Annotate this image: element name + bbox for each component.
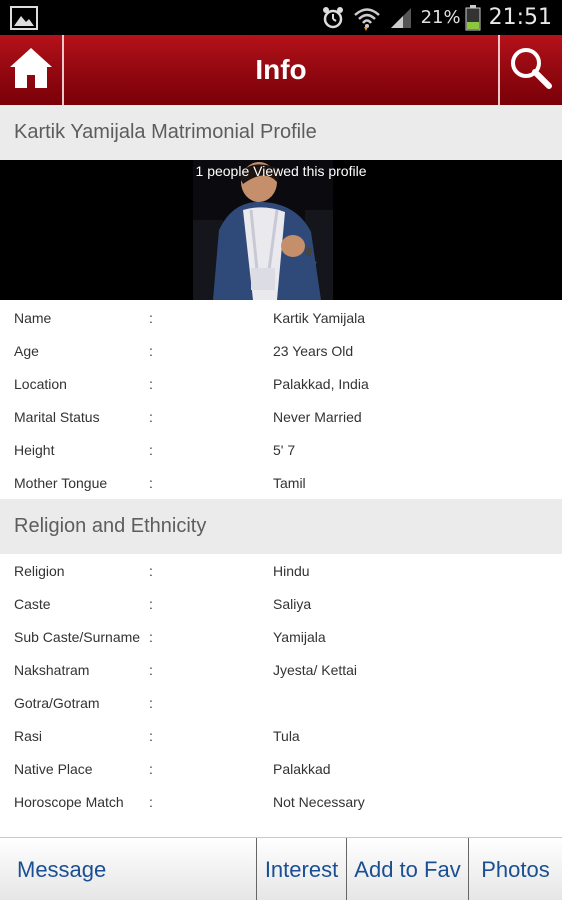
search-icon <box>509 46 553 95</box>
detail-value: Never Married <box>273 409 362 425</box>
wifi-icon <box>353 5 381 31</box>
detail-row-marital-status: Marital Status : Never Married <box>0 401 562 434</box>
battery-icon <box>465 4 481 31</box>
detail-row-caste: Caste : Saliya <box>0 588 562 621</box>
detail-value: Not Necessary <box>273 794 365 810</box>
detail-label: Religion <box>14 563 65 579</box>
profile-details: Name : Kartik Yamijala Age : 23 Years Ol… <box>0 302 562 500</box>
detail-colon: : <box>149 596 153 612</box>
gallery-icon <box>10 6 38 30</box>
detail-colon: : <box>149 310 153 326</box>
detail-row-rasi: Rasi : Tula <box>0 720 562 753</box>
detail-row-sub-caste: Sub Caste/Surname : Yamijala <box>0 621 562 654</box>
detail-row-gotra: Gotra/Gotram : <box>0 687 562 720</box>
detail-value: Saliya <box>273 596 312 612</box>
page-title: Info <box>255 54 307 85</box>
detail-label: Rasi <box>14 728 43 744</box>
detail-label: Sub Caste/Surname <box>14 629 141 645</box>
message-button[interactable]: Message <box>0 838 256 900</box>
bottom-action-bar: Message Interest Add to Fav Photos <box>0 837 562 900</box>
detail-value: Tula <box>273 728 300 744</box>
detail-row-mother-tongue: Mother Tongue : Tamil <box>0 467 562 500</box>
photos-button[interactable]: Photos <box>468 838 562 900</box>
detail-value: Kartik Yamijala <box>273 310 366 326</box>
detail-value: Tamil <box>273 475 306 491</box>
add-to-fav-button[interactable]: Add to Fav <box>346 838 468 900</box>
detail-row-location: Location : Palakkad, India <box>0 368 562 401</box>
detail-label: Native Place <box>14 761 93 777</box>
detail-label: Location <box>14 376 67 392</box>
detail-value: Palakkad <box>273 761 331 777</box>
detail-label: Nakshatram <box>14 662 90 678</box>
detail-label: Height <box>14 442 55 458</box>
app-screen: 21% 21:51 Info Kartik Yamijala Matrimoni… <box>0 0 562 900</box>
detail-colon: : <box>149 662 153 678</box>
interest-button[interactable]: Interest <box>256 838 346 900</box>
detail-colon: : <box>149 442 153 458</box>
detail-label: Horoscope Match <box>14 794 124 810</box>
detail-row-height: Height : 5' 7 <box>0 434 562 467</box>
detail-colon: : <box>149 343 153 359</box>
detail-label: Marital Status <box>14 409 100 425</box>
status-time: 21:51 <box>488 5 552 30</box>
detail-colon: : <box>149 563 153 579</box>
detail-label: Mother Tongue <box>14 475 108 491</box>
detail-row-name: Name : Kartik Yamijala <box>0 302 562 335</box>
detail-colon: : <box>149 794 153 810</box>
detail-colon: : <box>149 695 153 711</box>
detail-label: Caste <box>14 596 51 612</box>
detail-row-religion: Religion : Hindu <box>0 555 562 588</box>
detail-value: Jyesta/ Kettai <box>273 662 358 678</box>
detail-colon: : <box>149 475 153 491</box>
detail-label: Age <box>14 343 39 359</box>
religion-details: Religion : Hindu Caste : Saliya Sub Cast… <box>0 555 562 819</box>
religion-section-title: Religion and Ethnicity <box>0 499 562 554</box>
signal-icon <box>389 7 413 29</box>
detail-row-nakshatram: Nakshatram : Jyesta/ Kettai <box>0 654 562 687</box>
detail-value: Palakkad, India <box>273 376 369 392</box>
detail-row-native-place: Native Place : Palakkad <box>0 753 562 786</box>
detail-value: Hindu <box>273 563 310 579</box>
detail-colon: : <box>149 761 153 777</box>
profile-views-text: 1 people Viewed this profile <box>195 163 367 179</box>
detail-row-horoscope-match: Horoscope Match : Not Necessary <box>0 786 562 819</box>
home-icon <box>8 45 54 96</box>
detail-label: Gotra/Gotram <box>14 695 100 711</box>
detail-value: 5' 7 <box>273 442 296 458</box>
app-header: Info <box>0 35 562 105</box>
detail-value: 23 Years Old <box>273 343 354 359</box>
detail-row-age: Age : 23 Years Old <box>0 335 562 368</box>
alarm-icon <box>321 6 345 30</box>
profile-photo-banner: 1 people Viewed this profile <box>0 160 562 300</box>
detail-colon: : <box>149 728 153 744</box>
detail-value: Yamijala <box>273 629 326 645</box>
profile-photo[interactable] <box>193 160 333 300</box>
status-bar: 21% 21:51 <box>0 0 562 35</box>
detail-label: Name <box>14 310 52 326</box>
search-button[interactable] <box>498 35 562 105</box>
home-button[interactable] <box>0 35 64 105</box>
detail-colon: : <box>149 629 153 645</box>
battery-percent: 21% <box>420 7 461 28</box>
detail-colon: : <box>149 409 153 425</box>
detail-colon: : <box>149 376 153 392</box>
profile-section-title: Kartik Yamijala Matrimonial Profile <box>0 105 562 160</box>
